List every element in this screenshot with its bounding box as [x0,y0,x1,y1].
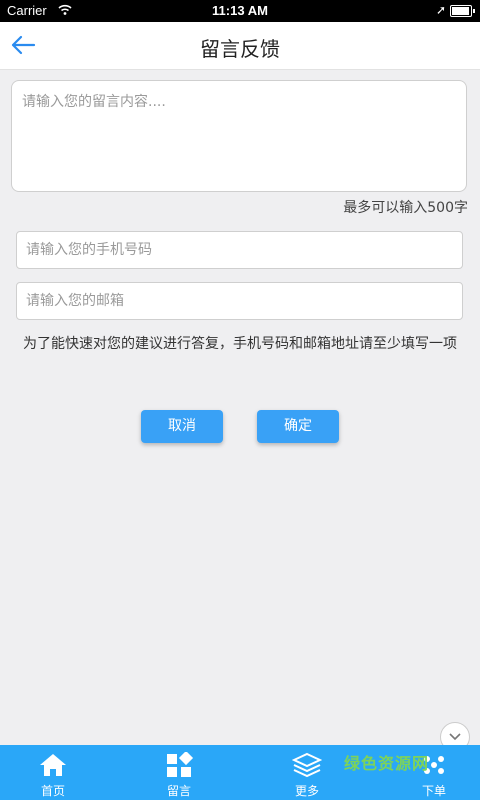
email-input[interactable] [16,282,463,320]
tab-home[interactable]: 首页 [5,745,101,800]
phone-input[interactable] [16,231,463,269]
tab-message-label: 留言 [166,784,191,798]
tab-message[interactable]: 留言 [131,745,227,800]
contact-hint: 为了能快速对您的建议进行答复，手机号码和邮箱地址请至少填写一项 [23,336,457,352]
location-arrow-icon: ➚ [435,3,446,17]
confirm-button[interactable]: 确定 [257,410,339,443]
grid-icon [167,752,194,777]
tab-home-label: 首页 [40,784,65,798]
message-input[interactable] [11,80,467,192]
status-bar: Carrier 11:13 AM ➚ [0,0,480,22]
watermark: 绿色资源网 [344,754,430,773]
tab-order-label: 下单 [421,784,446,798]
layers-icon [292,752,322,778]
home-icon [40,754,66,776]
page-title: 留言反馈 [200,37,280,61]
tab-more-label: 更多 [294,784,319,798]
navigation-bar: 留言反馈 [0,22,480,70]
tab-more[interactable]: 更多 [259,745,355,800]
character-limit-label: 最多可以输入500字 [343,200,468,216]
battery-icon [450,5,475,17]
status-time: 11:13 AM [212,3,268,18]
cancel-button[interactable]: 取消 [141,410,223,443]
